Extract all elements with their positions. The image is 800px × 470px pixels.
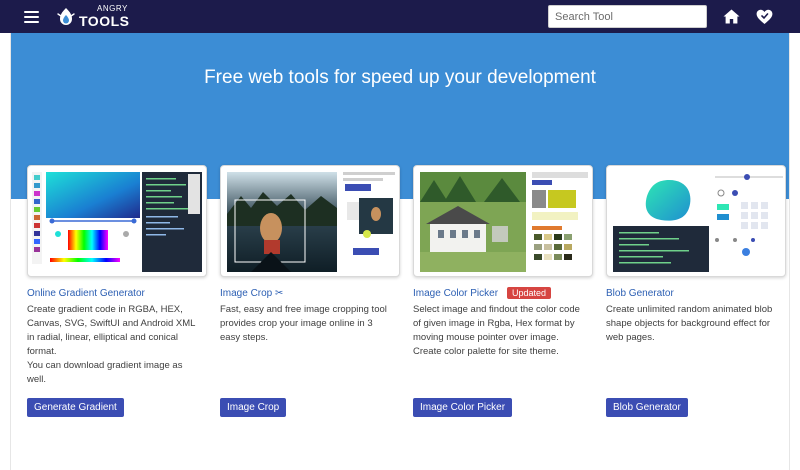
image-crop-preview-image[interactable] — [220, 165, 400, 277]
tool-card-blob-generator: Blob Generator Create unlimited random a… — [606, 165, 786, 345]
generate-gradient-button[interactable]: Generate Gradient — [27, 398, 124, 417]
logo-icon[interactable] — [57, 7, 75, 27]
heart-icon[interactable] — [756, 9, 773, 25]
card-description-blob-generator: Create unlimited random animated blob sh… — [606, 304, 773, 343]
top-navbar: ANGRY TOOLS — [0, 0, 800, 33]
card-description-gradient: Create gradient code in RGBA, HEX, Canva… — [27, 304, 196, 385]
tool-card-image-crop: Image Crop ✂ Fast, easy and free image c… — [220, 165, 400, 345]
home-icon[interactable] — [723, 9, 740, 24]
card-title-image-crop[interactable]: Image Crop ✂ — [220, 288, 283, 299]
tool-card-gradient: Online Gradient Generator Create gradien… — [27, 165, 207, 387]
image-crop-button[interactable]: Image Crop — [220, 398, 287, 417]
color-picker-preview-image[interactable] — [413, 165, 593, 277]
logo-wordmark[interactable]: ANGRY TOOLS — [79, 4, 130, 29]
logo-small-text: ANGRY — [97, 4, 128, 13]
card-description-image-crop: Fast, easy and free image cropping tool … — [220, 304, 387, 343]
card-description-color-picker: Select image and findout the color code … — [413, 304, 580, 357]
hero-title: Free web tools for speed up your develop… — [204, 67, 596, 88]
card-title-gradient[interactable]: Online Gradient Generator — [27, 288, 145, 299]
updated-badge: Updated — [507, 287, 552, 299]
tool-card-color-picker: Image Color Picker Updated Select image … — [413, 165, 593, 359]
search-input[interactable] — [548, 5, 707, 28]
image-color-picker-button[interactable]: Image Color Picker — [413, 398, 513, 417]
gradient-preview-image[interactable] — [27, 165, 207, 277]
hamburger-menu-icon[interactable] — [24, 11, 39, 23]
blob-generator-preview-image[interactable] — [606, 165, 786, 277]
blob-generator-button[interactable]: Blob Generator — [606, 398, 688, 417]
logo-large-text: TOOLS — [79, 13, 130, 29]
card-title-color-picker[interactable]: Image Color Picker — [413, 288, 498, 299]
card-title-blob-generator[interactable]: Blob Generator — [606, 288, 674, 299]
